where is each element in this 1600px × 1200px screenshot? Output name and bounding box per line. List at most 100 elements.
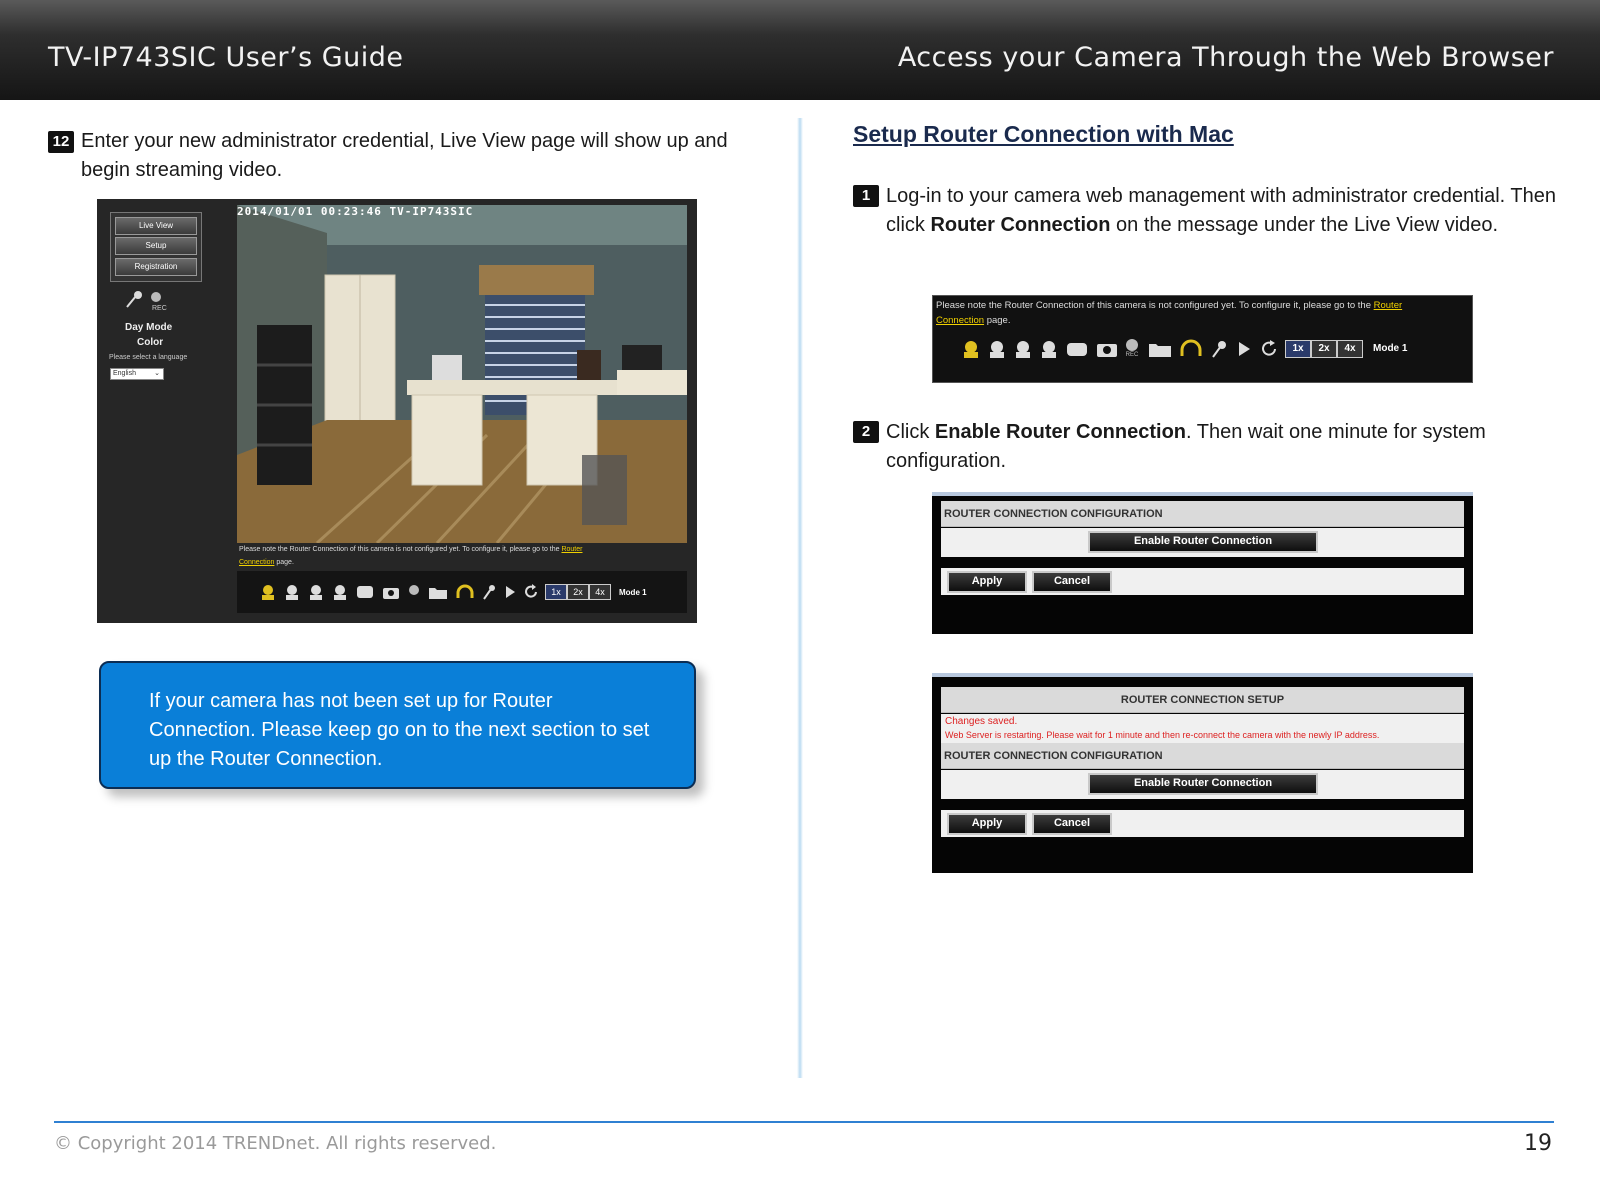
camera-position-3-icon[interactable] — [1013, 339, 1033, 359]
camera-position-4-icon[interactable] — [331, 583, 349, 601]
video-timestamp: 2014/01/01 00:23:46 TV-IP743SIC — [237, 205, 474, 218]
router-link[interactable]: Router — [561, 546, 582, 553]
day-mode-label: Day Mode — [125, 322, 173, 333]
step-2-text-before: Click — [886, 421, 935, 443]
connection-link[interactable]: Connection — [239, 559, 274, 566]
page-number: 19 — [1524, 1131, 1552, 1156]
headphones-icon[interactable] — [455, 583, 475, 601]
rec-label: REC — [152, 305, 167, 312]
router-notice: Please note the Router Connection of thi… — [239, 543, 679, 569]
router-notice-text: Please note the Router Connection of thi… — [936, 300, 1374, 311]
microphone-icon[interactable] — [1209, 339, 1229, 359]
step-2-badge: 2 — [853, 421, 879, 443]
router-notice-end: page. — [984, 315, 1011, 326]
enable-router-connection-button[interactable]: Enable Router Connection — [1088, 773, 1318, 795]
record-icon[interactable] — [407, 583, 421, 601]
info-callout: If your camera has not been set up for R… — [99, 661, 696, 789]
live-view-nav-box: Live View Setup Registration — [110, 212, 202, 282]
refresh-icon[interactable] — [1259, 339, 1279, 359]
play-icon[interactable] — [1235, 339, 1253, 359]
nav-registration-button[interactable]: Registration — [115, 258, 197, 276]
folder-icon[interactable] — [427, 583, 449, 601]
nav-live-view-button[interactable]: Live View — [115, 217, 197, 235]
camera-position-1-icon[interactable] — [259, 583, 277, 601]
mode-label: Mode 1 — [619, 587, 647, 597]
router-notice-end: page. — [274, 559, 294, 566]
zoom-4x-button[interactable]: 4x — [589, 584, 611, 600]
enable-row: Enable Router Connection — [941, 528, 1464, 557]
restart-message: Web Server is restarting. Please wait fo… — [945, 730, 1380, 740]
column-divider — [797, 118, 803, 1078]
callout-text: If your camera has not been set up for R… — [149, 690, 650, 770]
zoom-4x-button[interactable]: 4x — [1337, 339, 1363, 358]
camera-position-1-icon[interactable] — [961, 339, 981, 359]
apply-row: Apply Cancel — [941, 810, 1464, 837]
cancel-button[interactable]: Cancel — [1032, 813, 1112, 835]
step-12-badge: 12 — [48, 131, 74, 153]
play-icon[interactable] — [503, 583, 517, 601]
apply-button[interactable]: Apply — [947, 571, 1027, 593]
record-icon[interactable] — [149, 290, 163, 304]
connection-link[interactable]: Connection — [936, 315, 984, 326]
guide-title: TV-IP743SIC User’s Guide — [48, 42, 404, 73]
record-icon[interactable] — [1125, 338, 1139, 352]
setup-title: ROUTER CONNECTION SETUP — [941, 687, 1464, 713]
apply-row: Apply Cancel — [941, 568, 1464, 595]
chevron-down-icon: ⌄ — [154, 370, 160, 377]
live-view-toolbar: 1x 2x 4x Mode 1 — [237, 571, 687, 613]
live-view-sidebar: Live View Setup Registration REC Day Mod… — [97, 199, 237, 623]
router-notice-text: Please note the Router Connection of thi… — [239, 546, 562, 553]
camera-position-2-icon[interactable] — [283, 583, 301, 601]
microphone-icon[interactable] — [123, 290, 145, 310]
nav-setup-button[interactable]: Setup — [115, 237, 197, 255]
camera-position-3-icon[interactable] — [307, 583, 325, 601]
camera-position-2-icon[interactable] — [987, 339, 1007, 359]
apply-button[interactable]: Apply — [947, 813, 1027, 835]
room-video-image — [237, 205, 687, 543]
headphones-icon[interactable] — [1179, 339, 1203, 359]
router-config-screenshot: ROUTER CONNECTION CONFIGURATION Enable R… — [932, 492, 1473, 634]
fullscreen-icon[interactable] — [1065, 339, 1089, 359]
config-header: ROUTER CONNECTION CONFIGURATION — [941, 501, 1464, 527]
microphone-icon[interactable] — [481, 583, 497, 601]
step-2-text-bold: Enable Router Connection — [934, 421, 1187, 443]
step-1-badge: 1 — [853, 185, 879, 207]
mode-label: Mode 1 — [1373, 343, 1408, 354]
step-1-text-after: on the message under the Live View video… — [1110, 214, 1499, 236]
live-view-screenshot: Live View Setup Registration REC Day Mod… — [97, 199, 697, 623]
section-header: Access your Camera Through the Web Brows… — [897, 42, 1554, 73]
folder-icon[interactable] — [1147, 339, 1173, 359]
step-1-text-bold: Router Connection — [930, 214, 1111, 236]
zoom-2x-button[interactable]: 2x — [567, 584, 589, 600]
step-1-text: Log-in to your camera web management wit… — [886, 182, 1556, 240]
step-2-text: Click Enable Router Connection. Then wai… — [886, 418, 1556, 476]
copyright: © Copyright 2014 TRENDnet. All rights re… — [54, 1133, 497, 1154]
section-title: Setup Router Connection with Mac — [853, 121, 1234, 147]
snapshot-camera-icon[interactable] — [1095, 339, 1119, 359]
router-setup-screenshot: ROUTER CONNECTION SETUP Changes saved. W… — [932, 673, 1473, 873]
zoom-1x-button[interactable]: 1x — [1285, 339, 1311, 358]
page-header: TV-IP743SIC User’s Guide Access your Cam… — [0, 0, 1600, 100]
router-notice: Please note the Router Connection of thi… — [936, 298, 1466, 328]
router-message-screenshot: Please note the Router Connection of thi… — [932, 295, 1473, 383]
zoom-1x-button[interactable]: 1x — [545, 584, 567, 600]
changes-saved-text: Changes saved. — [945, 716, 1018, 727]
live-video-frame — [237, 205, 687, 543]
color-label: Color — [137, 337, 164, 348]
status-row: Changes saved. Web Server is restarting.… — [941, 714, 1464, 743]
footer-rule — [54, 1121, 1554, 1123]
fullscreen-icon[interactable] — [355, 583, 375, 601]
config-header: ROUTER CONNECTION CONFIGURATION — [941, 743, 1464, 769]
enable-row: Enable Router Connection — [941, 770, 1464, 799]
language-select[interactable]: English ⌄ — [110, 368, 164, 380]
router-link[interactable]: Router — [1374, 300, 1403, 311]
camera-position-4-icon[interactable] — [1039, 339, 1059, 359]
language-label: Please select a language — [109, 354, 188, 361]
snapshot-camera-icon[interactable] — [381, 583, 401, 601]
step-12-text: Enter your new administrator credential,… — [81, 130, 728, 181]
refresh-icon[interactable] — [523, 583, 539, 601]
cancel-button[interactable]: Cancel — [1032, 571, 1112, 593]
enable-router-connection-button[interactable]: Enable Router Connection — [1088, 531, 1318, 553]
rec-label: REC — [1125, 352, 1139, 358]
zoom-2x-button[interactable]: 2x — [1311, 339, 1337, 358]
